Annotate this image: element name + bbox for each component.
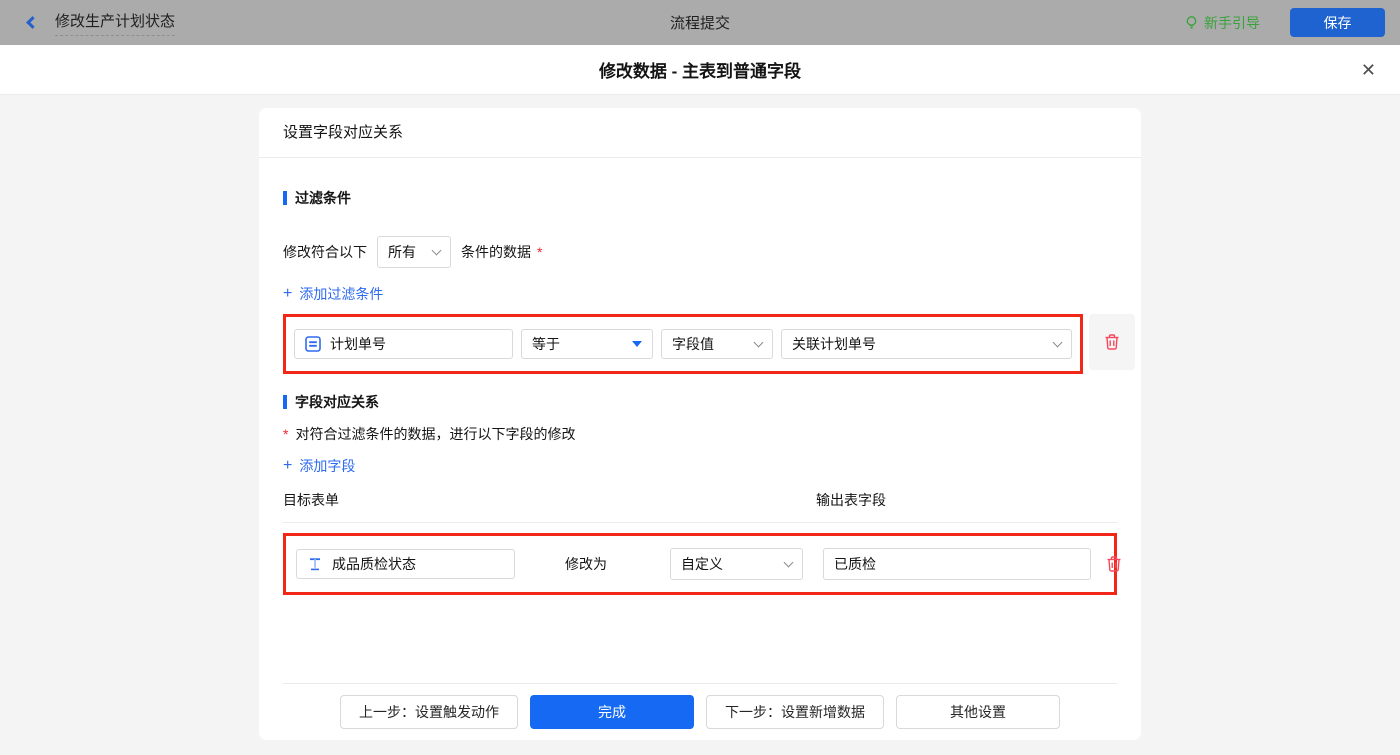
required-mark: *	[283, 426, 288, 442]
custom-value-input[interactable]	[823, 548, 1091, 580]
chevron-down-icon	[1053, 338, 1063, 348]
trash-icon	[1105, 555, 1123, 573]
add-field-link[interactable]: + 添加字段	[283, 456, 355, 476]
chevron-down-icon	[754, 338, 764, 348]
chevron-down-icon	[784, 558, 794, 568]
modify-to-label: 修改为	[565, 554, 607, 574]
filter-row-highlight: 计划单号 等于 字段值 关联计划单号	[283, 314, 1083, 374]
filter-match-line: 修改符合以下 所有 条件的数据 *	[283, 236, 1117, 268]
output-value-type-select[interactable]: 自定义	[670, 548, 803, 580]
mapping-column-headers: 目标表单 输出表字段	[283, 490, 1117, 523]
mapping-section-label: 字段对应关系	[295, 392, 379, 412]
close-icon[interactable]: ✕	[1361, 61, 1376, 79]
match-suffix-label: 条件的数据	[461, 242, 531, 262]
mapping-section-title: 字段对应关系	[283, 392, 1117, 412]
panel-title: 设置字段对应关系	[259, 108, 1141, 158]
filter-section-title: 过滤条件	[283, 188, 1117, 208]
value-type-select[interactable]: 字段值	[661, 329, 773, 359]
output-field-column-header: 输出表字段	[816, 490, 886, 510]
filter-field-select[interactable]: 计划单号	[294, 329, 513, 359]
output-value-type-value: 自定义	[681, 554, 723, 574]
text-field-icon	[307, 556, 323, 572]
serial-number-field-icon	[305, 336, 321, 352]
delete-filter-condition-button[interactable]	[1089, 314, 1135, 370]
match-prefix-label: 修改符合以下	[283, 242, 367, 262]
filter-field-value: 计划单号	[330, 334, 386, 354]
add-filter-condition-link[interactable]: + 添加过滤条件	[283, 284, 383, 304]
match-mode-select[interactable]: 所有	[377, 236, 451, 268]
plus-icon: +	[283, 458, 292, 474]
filter-condition-row: 计划单号 等于 字段值 关联计划单号	[283, 314, 1117, 374]
mapping-description: 对符合过滤条件的数据，进行以下字段的修改	[295, 424, 575, 444]
target-form-column-header: 目标表单	[283, 490, 816, 510]
done-button[interactable]: 完成	[530, 695, 694, 729]
operator-select[interactable]: 等于	[521, 329, 653, 359]
modal-body: 设置字段对应关系 过滤条件 修改符合以下 所有 条件的数据 * + 添加过滤条件	[0, 95, 1400, 755]
required-mark: *	[537, 244, 542, 260]
add-filter-condition-label: 添加过滤条件	[299, 284, 383, 304]
filter-section-label: 过滤条件	[295, 188, 351, 208]
mapping-description-line: * 对符合过滤条件的数据，进行以下字段的修改	[283, 424, 1117, 444]
panel-footer: 上一步：设置触发动作 完成 下一步：设置新增数据 其他设置	[283, 683, 1117, 740]
section-accent-bar	[283, 191, 287, 205]
trigger-type-label: 流程提交	[0, 12, 1400, 33]
panel-content: 过滤条件 修改符合以下 所有 条件的数据 * + 添加过滤条件	[259, 158, 1141, 740]
other-settings-button[interactable]: 其他设置	[896, 695, 1060, 729]
operator-value: 等于	[532, 334, 560, 354]
chevron-down-icon	[432, 246, 442, 256]
modal-header: 修改数据 - 主表到普通字段 ✕	[0, 45, 1400, 95]
section-accent-bar	[283, 395, 287, 409]
add-field-label: 添加字段	[299, 456, 355, 476]
compare-field-value: 关联计划单号	[792, 334, 876, 354]
value-type-value: 字段值	[672, 334, 714, 354]
delete-field-mapping-button[interactable]	[1099, 549, 1129, 579]
plus-icon: +	[283, 286, 292, 302]
modal-title: 修改数据 - 主表到普通字段	[599, 57, 801, 82]
prev-step-button[interactable]: 上一步：设置触发动作	[340, 695, 518, 729]
caret-down-icon	[632, 341, 642, 347]
match-mode-value: 所有	[388, 242, 416, 262]
mapping-row-highlight: 成品质检状态 修改为 自定义	[283, 533, 1117, 595]
target-field-select[interactable]: 成品质检状态	[296, 549, 515, 579]
compare-field-select[interactable]: 关联计划单号	[781, 329, 1072, 359]
next-step-button[interactable]: 下一步：设置新增数据	[706, 695, 884, 729]
trash-icon	[1103, 333, 1121, 351]
target-field-value: 成品质检状态	[332, 554, 416, 574]
settings-panel: 设置字段对应关系 过滤条件 修改符合以下 所有 条件的数据 * + 添加过滤条件	[259, 108, 1141, 740]
top-bar: 修改生产计划状态 流程提交 新手引导 保存	[0, 0, 1400, 45]
